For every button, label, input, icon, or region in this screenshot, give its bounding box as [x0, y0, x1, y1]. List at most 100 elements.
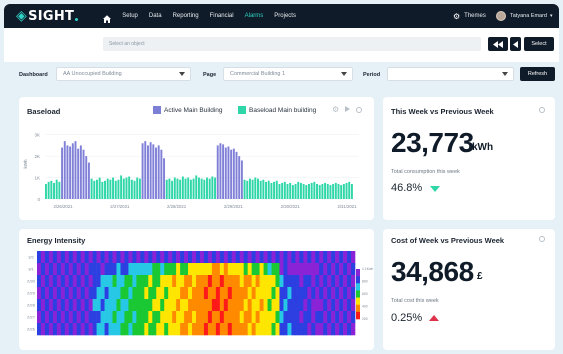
heatmap-cell[interactable] — [40, 263, 46, 276]
heatmap-cell[interactable] — [203, 251, 209, 264]
heatmap-cell[interactable] — [343, 263, 348, 276]
heatmap-cell[interactable] — [259, 311, 264, 324]
rewind-button[interactable] — [488, 37, 508, 51]
bar-baseload[interactable] — [340, 185, 343, 199]
heatmap-cell[interactable] — [144, 311, 149, 324]
heatmap-cell[interactable] — [172, 275, 177, 288]
heatmap-cell[interactable] — [104, 275, 109, 288]
heatmap-cell[interactable] — [116, 275, 121, 288]
bar-baseload[interactable] — [90, 178, 93, 199]
heatmap-cell[interactable] — [351, 299, 356, 312]
heatmap-cell[interactable] — [323, 263, 328, 276]
dashboard-dropdown[interactable]: AA Unoccupied Building — [56, 67, 191, 81]
heatmap-cell[interactable] — [108, 311, 113, 324]
heatmap-cell[interactable] — [311, 251, 316, 264]
heatmap-cell[interactable] — [44, 311, 50, 324]
heatmap-cell[interactable] — [283, 311, 288, 324]
heatmap-cell[interactable] — [319, 299, 324, 312]
heatmap-cell[interactable] — [291, 299, 296, 312]
bar-active[interactable] — [146, 145, 149, 199]
heatmap-cell[interactable] — [223, 275, 229, 288]
heatmap-cell[interactable] — [307, 323, 312, 336]
heatmap-cell[interactable] — [327, 275, 332, 288]
bar-baseload[interactable] — [342, 184, 345, 199]
heatmap-cell[interactable] — [271, 311, 276, 324]
bar-baseload[interactable] — [203, 179, 206, 199]
heatmap-cell[interactable] — [315, 263, 320, 276]
heatmap-cell[interactable] — [37, 275, 42, 288]
heatmap-cell[interactable] — [279, 287, 284, 300]
heatmap-cell[interactable] — [227, 263, 233, 276]
heatmap-cell[interactable] — [64, 275, 70, 288]
bar-active[interactable] — [224, 147, 227, 199]
heatmap-cell[interactable] — [104, 299, 109, 312]
heatmap-cell[interactable] — [275, 287, 280, 300]
heatmap-cell[interactable] — [112, 263, 117, 276]
heatmap-cell[interactable] — [203, 299, 209, 312]
heatmap-cell[interactable] — [104, 323, 109, 336]
heatmap-cell[interactable] — [267, 275, 272, 288]
heatmap-cell[interactable] — [196, 311, 201, 324]
bar-baseload[interactable] — [326, 184, 329, 199]
heatmap-cell[interactable] — [319, 323, 324, 336]
heatmap-cell[interactable] — [347, 263, 352, 276]
heatmap-cell[interactable] — [160, 275, 165, 288]
heatmap-cell[interactable] — [80, 323, 85, 336]
heatmap-cell[interactable] — [279, 263, 284, 276]
period-dropdown[interactable] — [387, 67, 514, 81]
heatmap-cell[interactable] — [243, 251, 248, 264]
heatmap-cell[interactable] — [184, 251, 189, 264]
heatmap-cell[interactable] — [68, 263, 74, 276]
heatmap-cell[interactable] — [199, 263, 205, 276]
bar-baseload[interactable] — [270, 182, 273, 199]
heatmap-cell[interactable] — [251, 275, 256, 288]
heatmap-cell[interactable] — [76, 251, 82, 264]
heatmap-cell[interactable] — [136, 287, 141, 300]
heatmap-cell[interactable] — [44, 263, 50, 276]
heatmap-cell[interactable] — [132, 275, 137, 288]
heatmap-cell[interactable] — [92, 251, 97, 264]
heatmap-cell[interactable] — [124, 263, 129, 276]
heatmap-cell[interactable] — [255, 299, 260, 312]
heatmap-cell[interactable] — [279, 275, 284, 288]
heatmap-cell[interactable] — [323, 251, 328, 264]
heatmap-cell[interactable] — [164, 299, 169, 312]
heatmap-cell[interactable] — [231, 323, 237, 336]
heatmap-cell[interactable] — [156, 299, 161, 312]
heatmap-cell[interactable] — [335, 263, 340, 276]
bar-baseload[interactable] — [184, 178, 187, 199]
heatmap-cell[interactable] — [279, 323, 284, 336]
heatmap-cell[interactable] — [164, 323, 169, 336]
heatmap-cell[interactable] — [315, 311, 320, 324]
heatmap-cell[interactable] — [299, 299, 304, 312]
heatmap-cell[interactable] — [88, 323, 93, 336]
bar-baseload[interactable] — [265, 181, 268, 199]
heatmap-cell[interactable] — [267, 323, 272, 336]
heatmap-cell[interactable] — [267, 263, 272, 276]
bar-baseload[interactable] — [122, 178, 125, 199]
heatmap-cell[interactable] — [291, 275, 296, 288]
heatmap-cell[interactable] — [132, 287, 137, 300]
heatmap-cell[interactable] — [235, 263, 241, 276]
settings-gear-icon[interactable]: ⚙ — [332, 105, 339, 114]
heatmap-cell[interactable] — [132, 311, 137, 324]
heatmap-cell[interactable] — [251, 251, 256, 264]
bar-baseload[interactable] — [112, 177, 115, 199]
heatmap-cell[interactable] — [331, 251, 336, 264]
heatmap-cell[interactable] — [267, 299, 272, 312]
heatmap-cell[interactable] — [259, 275, 264, 288]
heatmap-cell[interactable] — [40, 287, 46, 300]
heatmap-cell[interactable] — [56, 275, 62, 288]
heatmap-cell[interactable] — [327, 263, 332, 276]
heatmap-cell[interactable] — [207, 275, 213, 288]
heatmap-cell[interactable] — [56, 323, 62, 336]
heatmap-cell[interactable] — [96, 311, 101, 324]
heatmap-cell[interactable] — [339, 287, 344, 300]
heatmap-cell[interactable] — [223, 299, 229, 312]
heatmap-cell[interactable] — [100, 287, 105, 300]
bar-active[interactable] — [61, 147, 64, 199]
heatmap-cell[interactable] — [140, 299, 145, 312]
heatmap-cell[interactable] — [52, 275, 58, 288]
heatmap-cell[interactable] — [207, 251, 213, 264]
bar-baseload[interactable] — [275, 180, 278, 199]
